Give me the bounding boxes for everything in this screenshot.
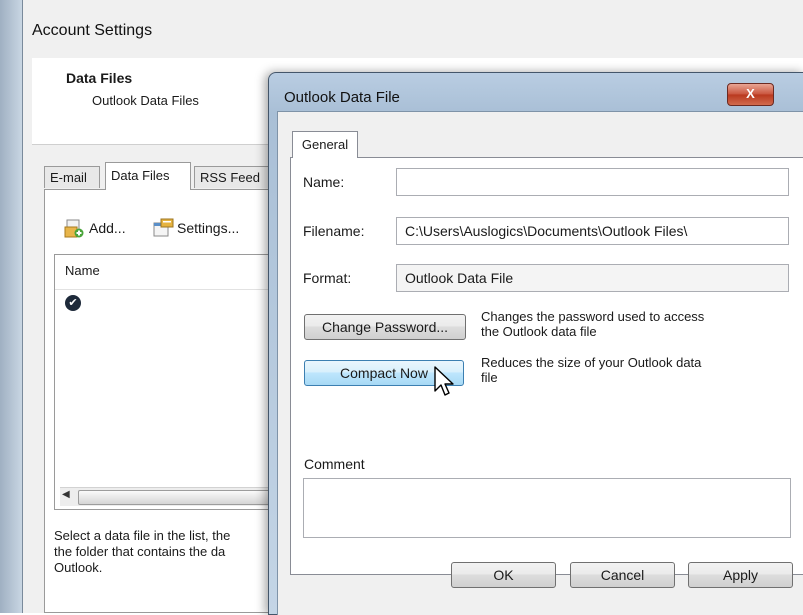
footer-help-text: Select a data file in the list, the the … xyxy=(54,528,294,576)
tab-general[interactable]: General xyxy=(292,131,358,158)
filename-label: Filename: xyxy=(303,223,365,239)
change-password-button[interactable]: Change Password... xyxy=(304,314,466,340)
comment-label: Comment xyxy=(304,456,365,472)
comment-field[interactable] xyxy=(303,478,791,538)
mouse-pointer-icon xyxy=(433,366,457,400)
name-field[interactable] xyxy=(396,168,789,196)
tab-data-files[interactable]: Data Files xyxy=(105,162,191,190)
close-button[interactable]: X xyxy=(727,83,774,106)
check-circle-icon: ✔ xyxy=(65,295,81,311)
add-file-icon xyxy=(64,218,84,238)
description-line: file xyxy=(481,370,498,385)
description-line: the Outlook data file xyxy=(481,324,597,339)
description-line: Changes the password used to access xyxy=(481,309,705,324)
cancel-button[interactable]: Cancel xyxy=(570,562,675,588)
change-password-description: Changes the password used to access the … xyxy=(481,309,704,339)
footer-line: the folder that contains the da xyxy=(54,544,226,559)
format-field: Outlook Data File xyxy=(396,264,789,292)
scroll-left-icon[interactable]: ◀ xyxy=(62,489,70,500)
tab-email[interactable]: E-mail xyxy=(44,166,100,188)
settings-button[interactable]: Settings... xyxy=(152,216,239,240)
dialog-title: Outlook Data File xyxy=(284,89,400,106)
description-line: Reduces the size of your Outlook data xyxy=(481,355,702,370)
header-subtitle: Outlook Data Files xyxy=(92,93,199,108)
header-title: Data Files xyxy=(66,70,133,86)
add-button[interactable]: Add... xyxy=(64,216,126,240)
compact-now-description: Reduces the size of your Outlook data fi… xyxy=(481,355,701,385)
apply-button[interactable]: Apply xyxy=(688,562,793,588)
name-label: Name: xyxy=(303,174,345,190)
tab-rss-feeds[interactable]: RSS Feed xyxy=(194,166,274,188)
window-title: Account Settings xyxy=(32,22,153,39)
column-name-label: Name xyxy=(65,263,100,278)
format-label: Format: xyxy=(303,270,352,286)
desktop-edge xyxy=(0,0,22,613)
settings-icon xyxy=(152,218,174,238)
filename-field[interactable]: C:\Users\Auslogics\Documents\Outlook Fil… xyxy=(396,217,789,245)
close-icon: X xyxy=(746,86,755,101)
add-label: Add... xyxy=(89,220,126,236)
footer-line: Outlook. xyxy=(54,560,103,575)
ok-button[interactable]: OK xyxy=(451,562,556,588)
footer-line: Select a data file in the list, the xyxy=(54,528,231,543)
settings-label: Settings... xyxy=(177,220,240,236)
